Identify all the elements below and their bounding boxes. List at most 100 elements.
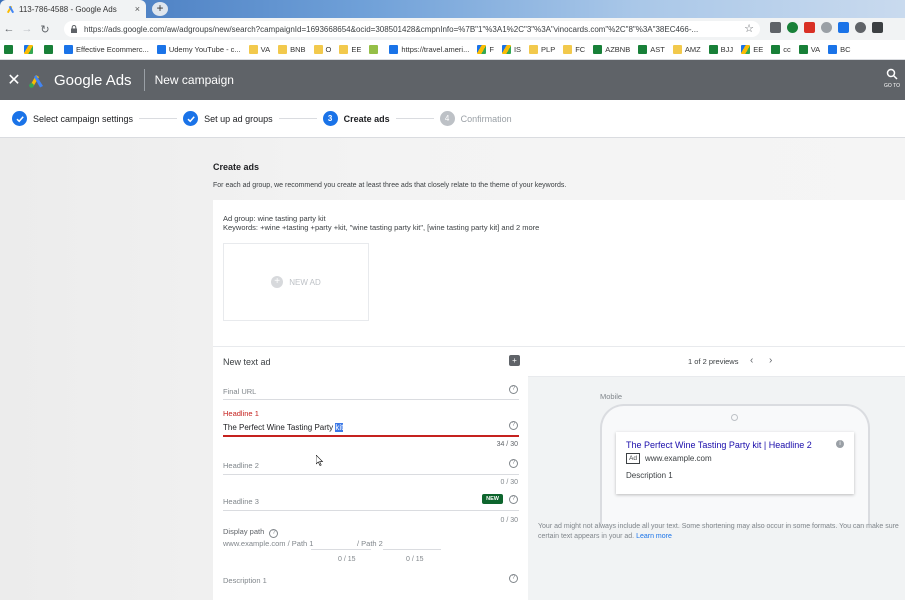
- description-1-label: Description 1: [223, 576, 267, 585]
- brand-name: Google Ads: [54, 71, 132, 89]
- extension-icon[interactable]: [770, 22, 781, 33]
- help-icon[interactable]: ?: [269, 529, 279, 538]
- bookmark-label: VA: [810, 45, 821, 54]
- bookmark-item[interactable]: [4, 45, 16, 54]
- extension-icon[interactable]: [804, 22, 815, 33]
- keywords-label: Keywords:: [223, 223, 259, 232]
- bookmark-item[interactable]: [24, 45, 36, 54]
- path-1-field[interactable]: [311, 549, 371, 550]
- bookmark-star-icon[interactable]: ☆: [744, 22, 754, 35]
- forward-icon[interactable]: →: [18, 23, 36, 35]
- bookmark-item[interactable]: IS: [501, 45, 522, 54]
- bookmark-label: F: [489, 45, 494, 54]
- bookmark-item[interactable]: cc: [771, 45, 791, 54]
- preview-note-text: Your ad might not always include all you…: [538, 523, 899, 540]
- chevron-left-icon[interactable]: ‹: [750, 355, 753, 366]
- bookmark-label: EE: [753, 45, 764, 54]
- bookmark-item[interactable]: FC: [563, 45, 585, 54]
- extension-icon[interactable]: [787, 22, 798, 33]
- step-label: Set up ad groups: [204, 113, 273, 124]
- folder-icon: [339, 45, 349, 54]
- step-create-ads[interactable]: 3 Create ads: [322, 111, 390, 126]
- new-ad-button[interactable]: + NEW AD: [223, 243, 369, 321]
- help-icon[interactable]: ?: [509, 574, 518, 583]
- info-icon[interactable]: i: [836, 440, 844, 448]
- phone-camera-icon: [731, 414, 738, 421]
- extension-icon[interactable]: [872, 22, 883, 33]
- google-ads-favicon-icon: [6, 5, 15, 13]
- folder-icon: [529, 45, 539, 54]
- new-tab-button[interactable]: +: [152, 2, 168, 16]
- bookmark-item[interactable]: Effective Ecommerc...: [64, 45, 149, 54]
- path-2-field[interactable]: [383, 549, 441, 550]
- headline-1-input[interactable]: The Perfect Wine Tasting Party kit: [223, 423, 344, 432]
- headline-1-error-underline: [223, 435, 519, 437]
- url-bar[interactable]: https://ads.google.com/aw/adgroups/new/s…: [64, 21, 760, 37]
- back-icon[interactable]: ←: [0, 23, 18, 35]
- help-icon[interactable]: ?: [509, 459, 518, 468]
- new-ad-label: NEW AD: [289, 277, 321, 287]
- bookmark-label: AMZ: [684, 45, 701, 54]
- bookmark-item[interactable]: AZBNB: [593, 45, 630, 54]
- close-icon[interactable]: ✕: [0, 70, 28, 90]
- step-set-up-ad-groups[interactable]: Set up ad groups: [183, 111, 273, 126]
- path-2-counter: 0 / 15: [406, 556, 424, 563]
- bookmark-label: cc: [783, 45, 791, 54]
- chevron-right-icon[interactable]: ›: [769, 355, 772, 366]
- final-url-field[interactable]: [223, 399, 519, 400]
- help-icon[interactable]: ?: [509, 495, 518, 504]
- folder-icon: [672, 45, 682, 54]
- bookmark-label: EE: [351, 45, 362, 54]
- goto-button[interactable]: GO TO: [883, 68, 901, 89]
- ad-group-name: wine tasting party kit: [257, 214, 326, 223]
- page-icon: [828, 45, 838, 54]
- headline-2-counter: 0 / 30: [500, 479, 518, 486]
- bookmark-item[interactable]: AST: [638, 45, 665, 54]
- bookmark-item[interactable]: AMZ: [672, 45, 701, 54]
- help-icon[interactable]: ?: [509, 421, 518, 430]
- bookmark-item[interactable]: BC: [828, 45, 851, 54]
- bookmark-item[interactable]: F: [477, 45, 494, 54]
- bookmark-item[interactable]: Udemy YouTube - c...: [156, 45, 241, 54]
- bookmark-item[interactable]: O: [313, 45, 331, 54]
- display-path-base: www.example.com / Path 1: [223, 539, 314, 548]
- browser-tab[interactable]: 113-786-4588 - Google Ads ×: [0, 0, 146, 18]
- final-url-label: Final URL: [223, 387, 257, 396]
- headline-1-selected-text: kit: [335, 423, 344, 432]
- bookmark-label: BNB: [290, 45, 306, 54]
- bookmark-item[interactable]: VA: [248, 45, 270, 54]
- extension-icon[interactable]: [855, 22, 866, 33]
- app-header: ✕ Google Ads New campaign GO TO: [0, 60, 905, 100]
- reload-icon[interactable]: ↻: [36, 23, 54, 36]
- extension-icon[interactable]: [838, 22, 849, 33]
- bookmark-label: BJJ: [720, 45, 734, 54]
- sheets-icon: [708, 45, 718, 54]
- bookmark-item[interactable]: BJJ: [708, 45, 734, 54]
- help-icon[interactable]: ?: [509, 385, 518, 394]
- learn-more-link[interactable]: Learn more: [636, 533, 672, 540]
- headline-2-field[interactable]: [223, 474, 519, 475]
- bookmark-label: IS: [513, 45, 522, 54]
- bookmark-item[interactable]: EE: [741, 45, 763, 54]
- ad-options-icon[interactable]: +: [509, 355, 520, 366]
- bookmark-item[interactable]: PLP: [529, 45, 555, 54]
- video-icon: [156, 45, 166, 54]
- step-select-campaign-settings[interactable]: Select campaign settings: [12, 111, 133, 126]
- tab-close-icon[interactable]: ×: [135, 4, 140, 14]
- bookmark-item[interactable]: VA: [798, 45, 821, 54]
- extensions-area: [770, 22, 883, 33]
- headline-3-field[interactable]: [223, 510, 519, 511]
- bookmark-item[interactable]: [369, 45, 381, 54]
- header-divider: [143, 69, 145, 91]
- headline-1-label: Headline 1: [223, 409, 259, 418]
- bookmark-item[interactable]: BNB: [278, 45, 306, 54]
- extension-icon[interactable]: [821, 22, 832, 33]
- bookmarks-bar: Effective Ecommerc... Udemy YouTube - c.…: [0, 40, 905, 60]
- ad-headline[interactable]: The Perfect Wine Tasting Party kit | Hea…: [626, 440, 812, 450]
- bookmark-item[interactable]: https://travel.ameri...: [389, 45, 469, 54]
- bookmark-item[interactable]: [44, 45, 56, 54]
- device-label: Mobile: [600, 392, 623, 401]
- preview-count: 1 of 2 previews: [688, 357, 739, 366]
- bookmark-item[interactable]: EE: [339, 45, 361, 54]
- shopify-icon: [369, 45, 379, 54]
